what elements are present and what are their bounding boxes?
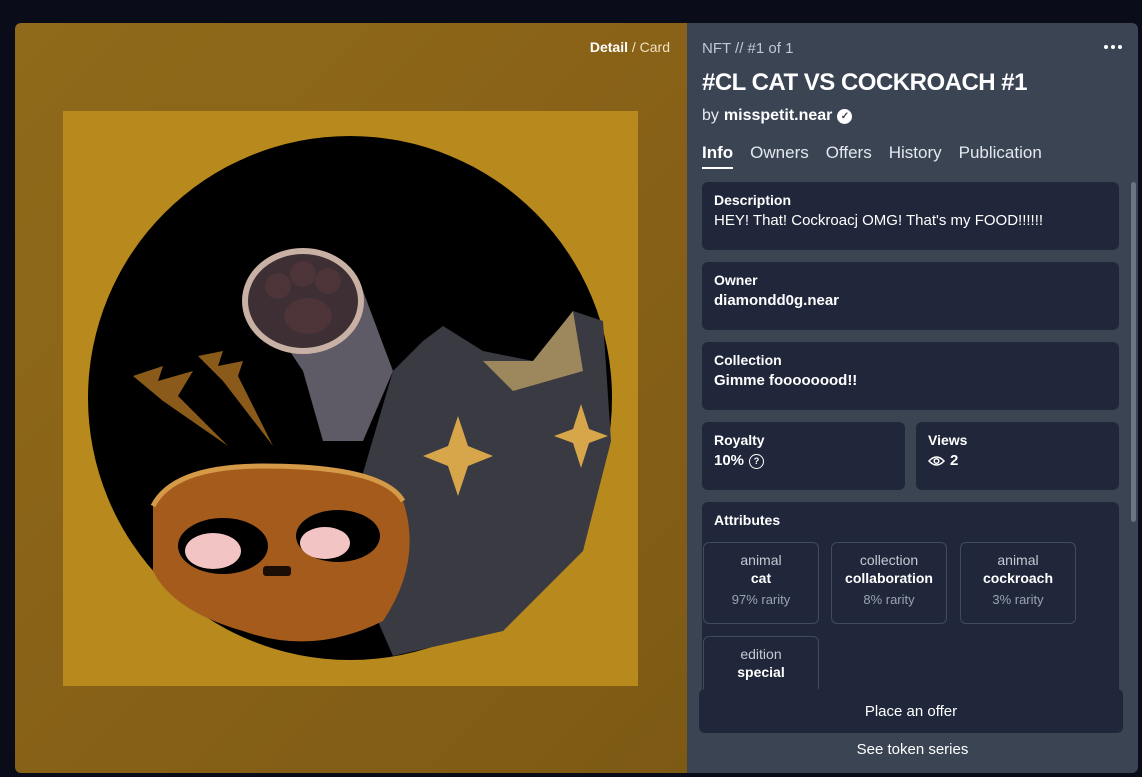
royalty-card: Royalty 10%? bbox=[702, 422, 905, 490]
attributes-card: Attributes animal cat 97% rarity collect… bbox=[702, 502, 1119, 700]
tab-publication[interactable]: Publication bbox=[959, 143, 1042, 169]
help-icon[interactable]: ? bbox=[749, 453, 765, 469]
card-view-toggle[interactable]: Card bbox=[640, 39, 670, 55]
description-card: Description HEY! That! Cockroacj OMG! Th… bbox=[702, 182, 1119, 250]
attribute-rarity: 97% rarity bbox=[731, 592, 791, 607]
attribute-key: collection bbox=[859, 552, 919, 568]
royalty-row: 10%? bbox=[714, 452, 893, 469]
nft-artwork bbox=[63, 111, 638, 686]
views-row: 2 bbox=[928, 452, 1107, 469]
tab-owners[interactable]: Owners bbox=[750, 143, 809, 169]
attribute-key: edition bbox=[740, 646, 782, 662]
attribute-value: collaboration bbox=[845, 570, 933, 586]
see-token-series-link[interactable]: See token series bbox=[687, 741, 1138, 758]
creator-by-label: by bbox=[702, 107, 719, 124]
attribute-key: animal bbox=[740, 552, 782, 568]
tab-info[interactable]: Info bbox=[702, 143, 734, 169]
attribute-value: cat bbox=[750, 570, 772, 586]
more-options-icon[interactable] bbox=[1102, 37, 1124, 57]
nft-breadcrumb: NFT // #1 of 1 bbox=[702, 40, 794, 57]
cat-vs-cockroach-illustration bbox=[63, 111, 638, 686]
eye-icon bbox=[928, 456, 945, 466]
attributes-label: Attributes bbox=[714, 512, 781, 528]
view-toggle-separator: / bbox=[631, 39, 636, 55]
views-value: 2 bbox=[950, 452, 959, 469]
place-offer-button[interactable]: Place an offer bbox=[699, 689, 1123, 733]
royalty-label: Royalty bbox=[714, 432, 765, 448]
attribute-rarity: 8% rarity bbox=[863, 592, 915, 607]
royalty-value: 10% bbox=[714, 452, 745, 469]
creator-name-link[interactable]: misspetit.near bbox=[724, 107, 832, 125]
artwork-panel: Detail / Card bbox=[15, 23, 687, 773]
tab-history[interactable]: History bbox=[889, 143, 942, 169]
info-scrollbar[interactable] bbox=[1131, 182, 1136, 522]
creator-line: by misspetit.near ✓ bbox=[702, 107, 853, 125]
attribute-value: special bbox=[737, 664, 785, 680]
description-label: Description bbox=[714, 192, 792, 208]
attribute-key: animal bbox=[997, 552, 1039, 568]
attribute-chip[interactable]: collection collaboration 8% rarity bbox=[831, 542, 947, 624]
nft-title: #CL CAT VS COCKROACH #1 bbox=[702, 69, 1028, 96]
collection-card: Collection Gimme foooooood!! bbox=[702, 342, 1119, 410]
owner-label: Owner bbox=[714, 272, 758, 288]
attribute-chip[interactable]: animal cat 97% rarity bbox=[703, 542, 819, 624]
verified-check-icon: ✓ bbox=[837, 108, 853, 124]
tab-offers[interactable]: Offers bbox=[826, 143, 872, 169]
attribute-value: cockroach bbox=[982, 570, 1054, 586]
attribute-rarity: 3% rarity bbox=[992, 592, 1044, 607]
nft-tabs: Info Owners Offers History Publication bbox=[702, 143, 1042, 169]
collection-label: Collection bbox=[714, 352, 782, 368]
attribute-chip[interactable]: animal cockroach 3% rarity bbox=[960, 542, 1076, 624]
info-scroll-area[interactable]: Description HEY! That! Cockroacj OMG! Th… bbox=[687, 182, 1138, 700]
detail-view-toggle[interactable]: Detail bbox=[590, 39, 628, 55]
description-value: HEY! That! Cockroacj OMG! That's my FOOD… bbox=[714, 212, 1044, 229]
owner-card: Owner diamondd0g.near bbox=[702, 262, 1119, 330]
view-toggle: Detail / Card bbox=[590, 39, 670, 55]
views-label: Views bbox=[928, 432, 968, 448]
collection-value[interactable]: Gimme foooooood!! bbox=[714, 372, 1107, 389]
views-card: Views 2 bbox=[916, 422, 1119, 490]
owner-value[interactable]: diamondd0g.near bbox=[714, 292, 1107, 309]
nft-info-panel: NFT // #1 of 1 #CL CAT VS COCKROACH #1 b… bbox=[687, 23, 1138, 773]
nft-detail-modal: Detail / Card NFT // #1 of 1 #CL CAT VS … bbox=[15, 23, 1138, 773]
